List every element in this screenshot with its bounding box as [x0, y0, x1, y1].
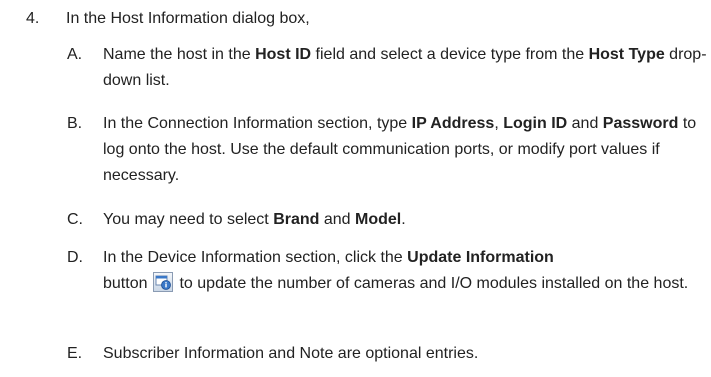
host-id-term: Host ID: [255, 46, 312, 63]
substep-letter: B.: [67, 115, 83, 132]
substep-letter: A.: [67, 46, 83, 63]
substep-letter: E.: [67, 345, 83, 362]
substep-letter: D.: [67, 249, 83, 266]
text-segment: and: [567, 115, 603, 132]
text-segment: Name the host in the: [103, 46, 256, 63]
step-number: 4.: [26, 10, 40, 27]
update-information-term: Update Information: [407, 249, 554, 266]
login-id-term: Login ID: [503, 115, 568, 132]
step-4: 4. In the Host Information dialog box,: [26, 8, 310, 30]
text-segment: to update the number of cameras and I/O …: [179, 275, 689, 292]
instruction-page: 4. In the Host Information dialog box, A.…: [0, 0, 711, 377]
update-information-icon: [153, 271, 174, 292]
text-segment: Subscriber Information and Note are opti…: [103, 345, 479, 362]
substep-c: C. You may need to select Brand and Mode…: [67, 207, 707, 233]
host-type-term: Host Type: [588, 46, 665, 63]
substep-text: In the Connection Information section, t…: [103, 111, 707, 189]
text-segment: You may need to select: [103, 211, 274, 228]
text-segment: field and select a device type from the: [311, 46, 589, 63]
ip-address-term: IP Address: [411, 115, 495, 132]
substep-letter: C.: [67, 211, 83, 228]
step-text: In the Host Information dialog box,: [66, 10, 310, 27]
text-segment: ,: [494, 115, 504, 132]
substep-text: In the Device Information section, click…: [103, 245, 707, 297]
text-segment: button: [103, 275, 148, 292]
password-term: Password: [602, 115, 679, 132]
substep-b: B. In the Connection Information section…: [67, 111, 707, 189]
substep-text: You may need to select Brand and Model.: [103, 207, 707, 233]
substep-text: Name the host in the Host ID field and s…: [103, 42, 707, 94]
text-segment: In the Device Information section, click…: [103, 249, 408, 266]
text-segment: and: [319, 211, 356, 228]
substep-d: D. In the Device Information section, cl…: [67, 245, 707, 297]
substep-a: A. Name the host in the Host ID field an…: [67, 42, 707, 94]
substep-text: Subscriber Information and Note are opti…: [103, 341, 707, 367]
brand-term: Brand: [273, 211, 320, 228]
substep-e: E. Subscriber Information and Note are o…: [67, 341, 707, 367]
text-segment: .: [401, 211, 406, 228]
text-segment: In the Connection Information section, t…: [103, 115, 412, 132]
model-term: Model: [355, 211, 402, 228]
